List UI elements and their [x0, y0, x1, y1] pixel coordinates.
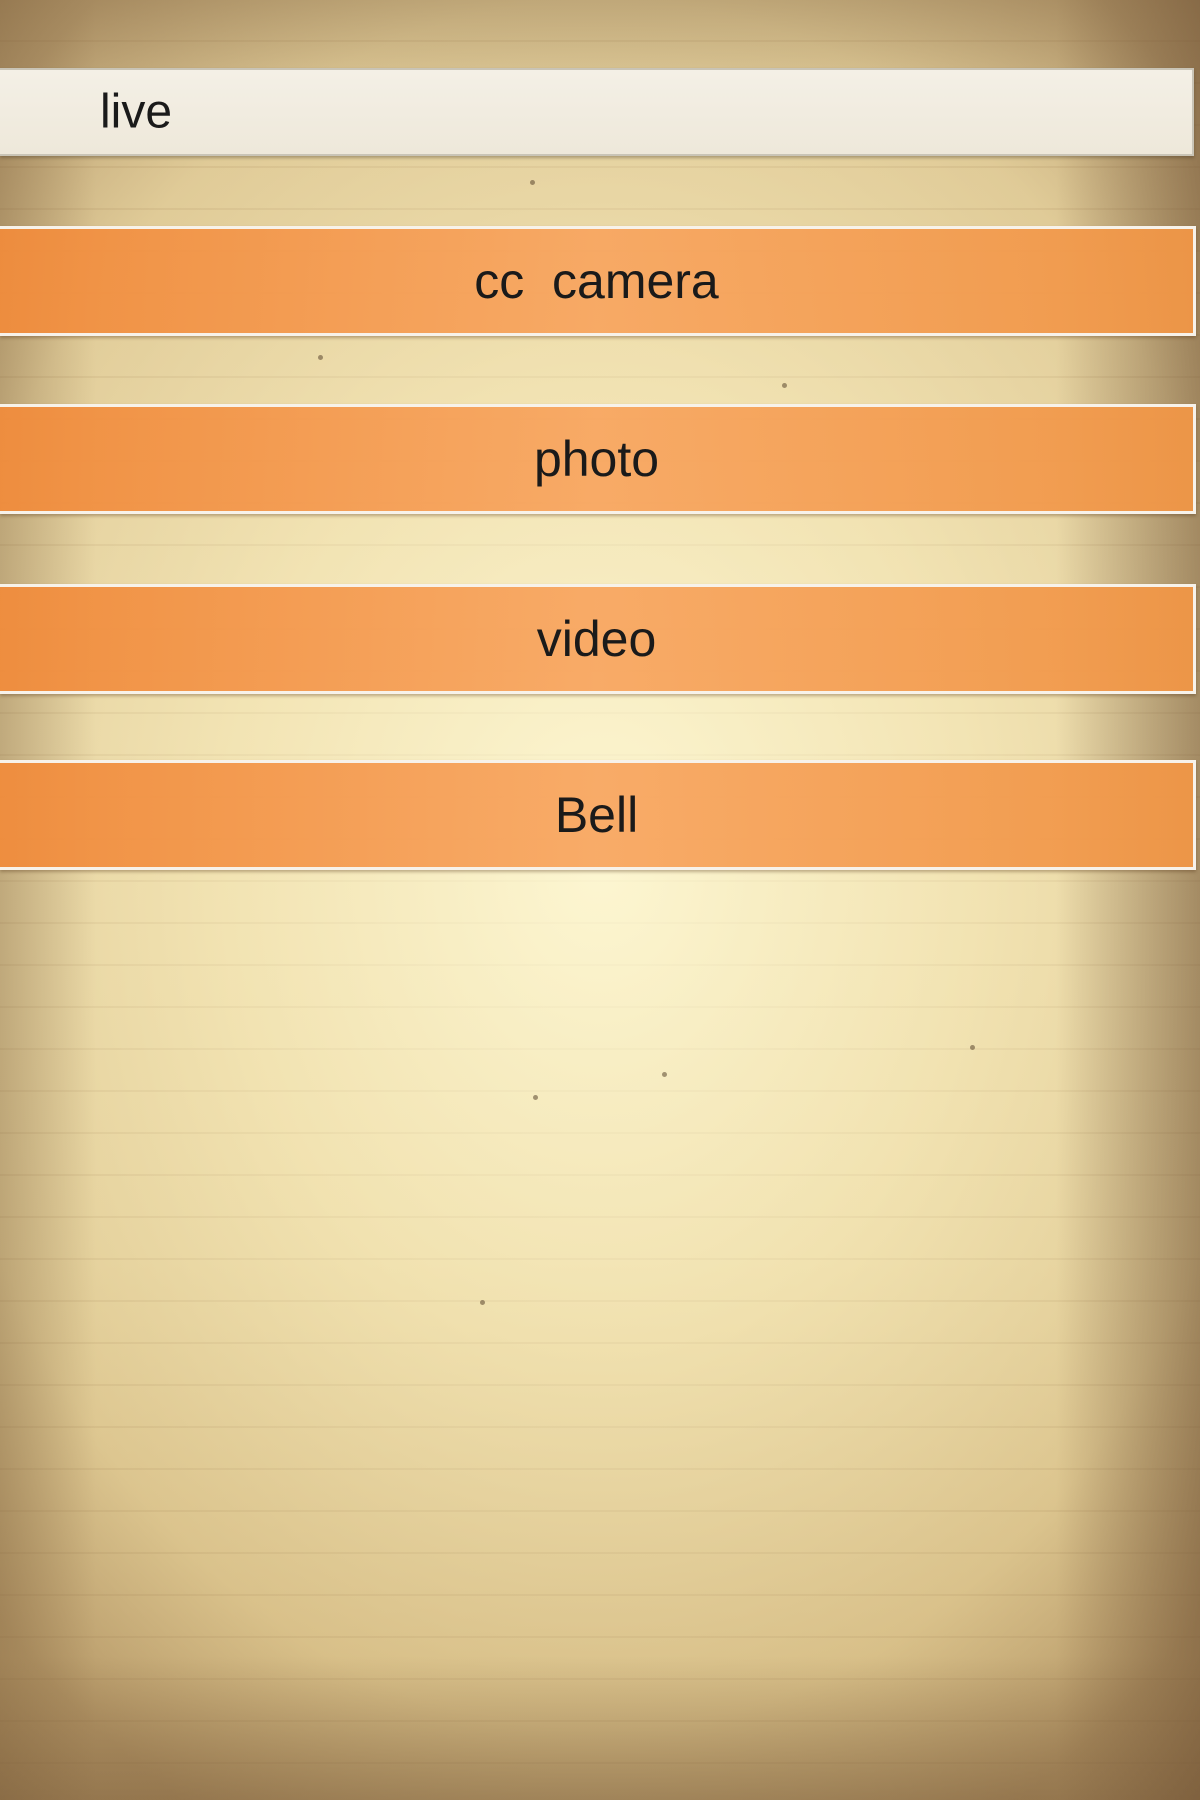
paper-speck — [533, 1095, 538, 1100]
live-label: live — [100, 85, 173, 139]
bell-button-label: Bell — [554, 787, 639, 843]
cc-camera-button-label: cc camera — [474, 253, 719, 309]
video-button[interactable]: video — [0, 584, 1196, 694]
bell-button[interactable]: Bell — [0, 760, 1196, 870]
paper-speck — [480, 1300, 485, 1305]
paper-speck — [782, 383, 787, 388]
paper-speck — [662, 1072, 667, 1077]
cc-camera-button[interactable]: cc camera — [0, 226, 1196, 336]
paper-speck — [530, 180, 535, 185]
live-header-bar: live — [0, 68, 1194, 156]
paper-speck — [318, 355, 323, 360]
video-button-label: video — [536, 611, 657, 667]
photo-button-label: photo — [533, 431, 660, 487]
photo-button[interactable]: photo — [0, 404, 1196, 514]
paper-speck — [970, 1045, 975, 1050]
